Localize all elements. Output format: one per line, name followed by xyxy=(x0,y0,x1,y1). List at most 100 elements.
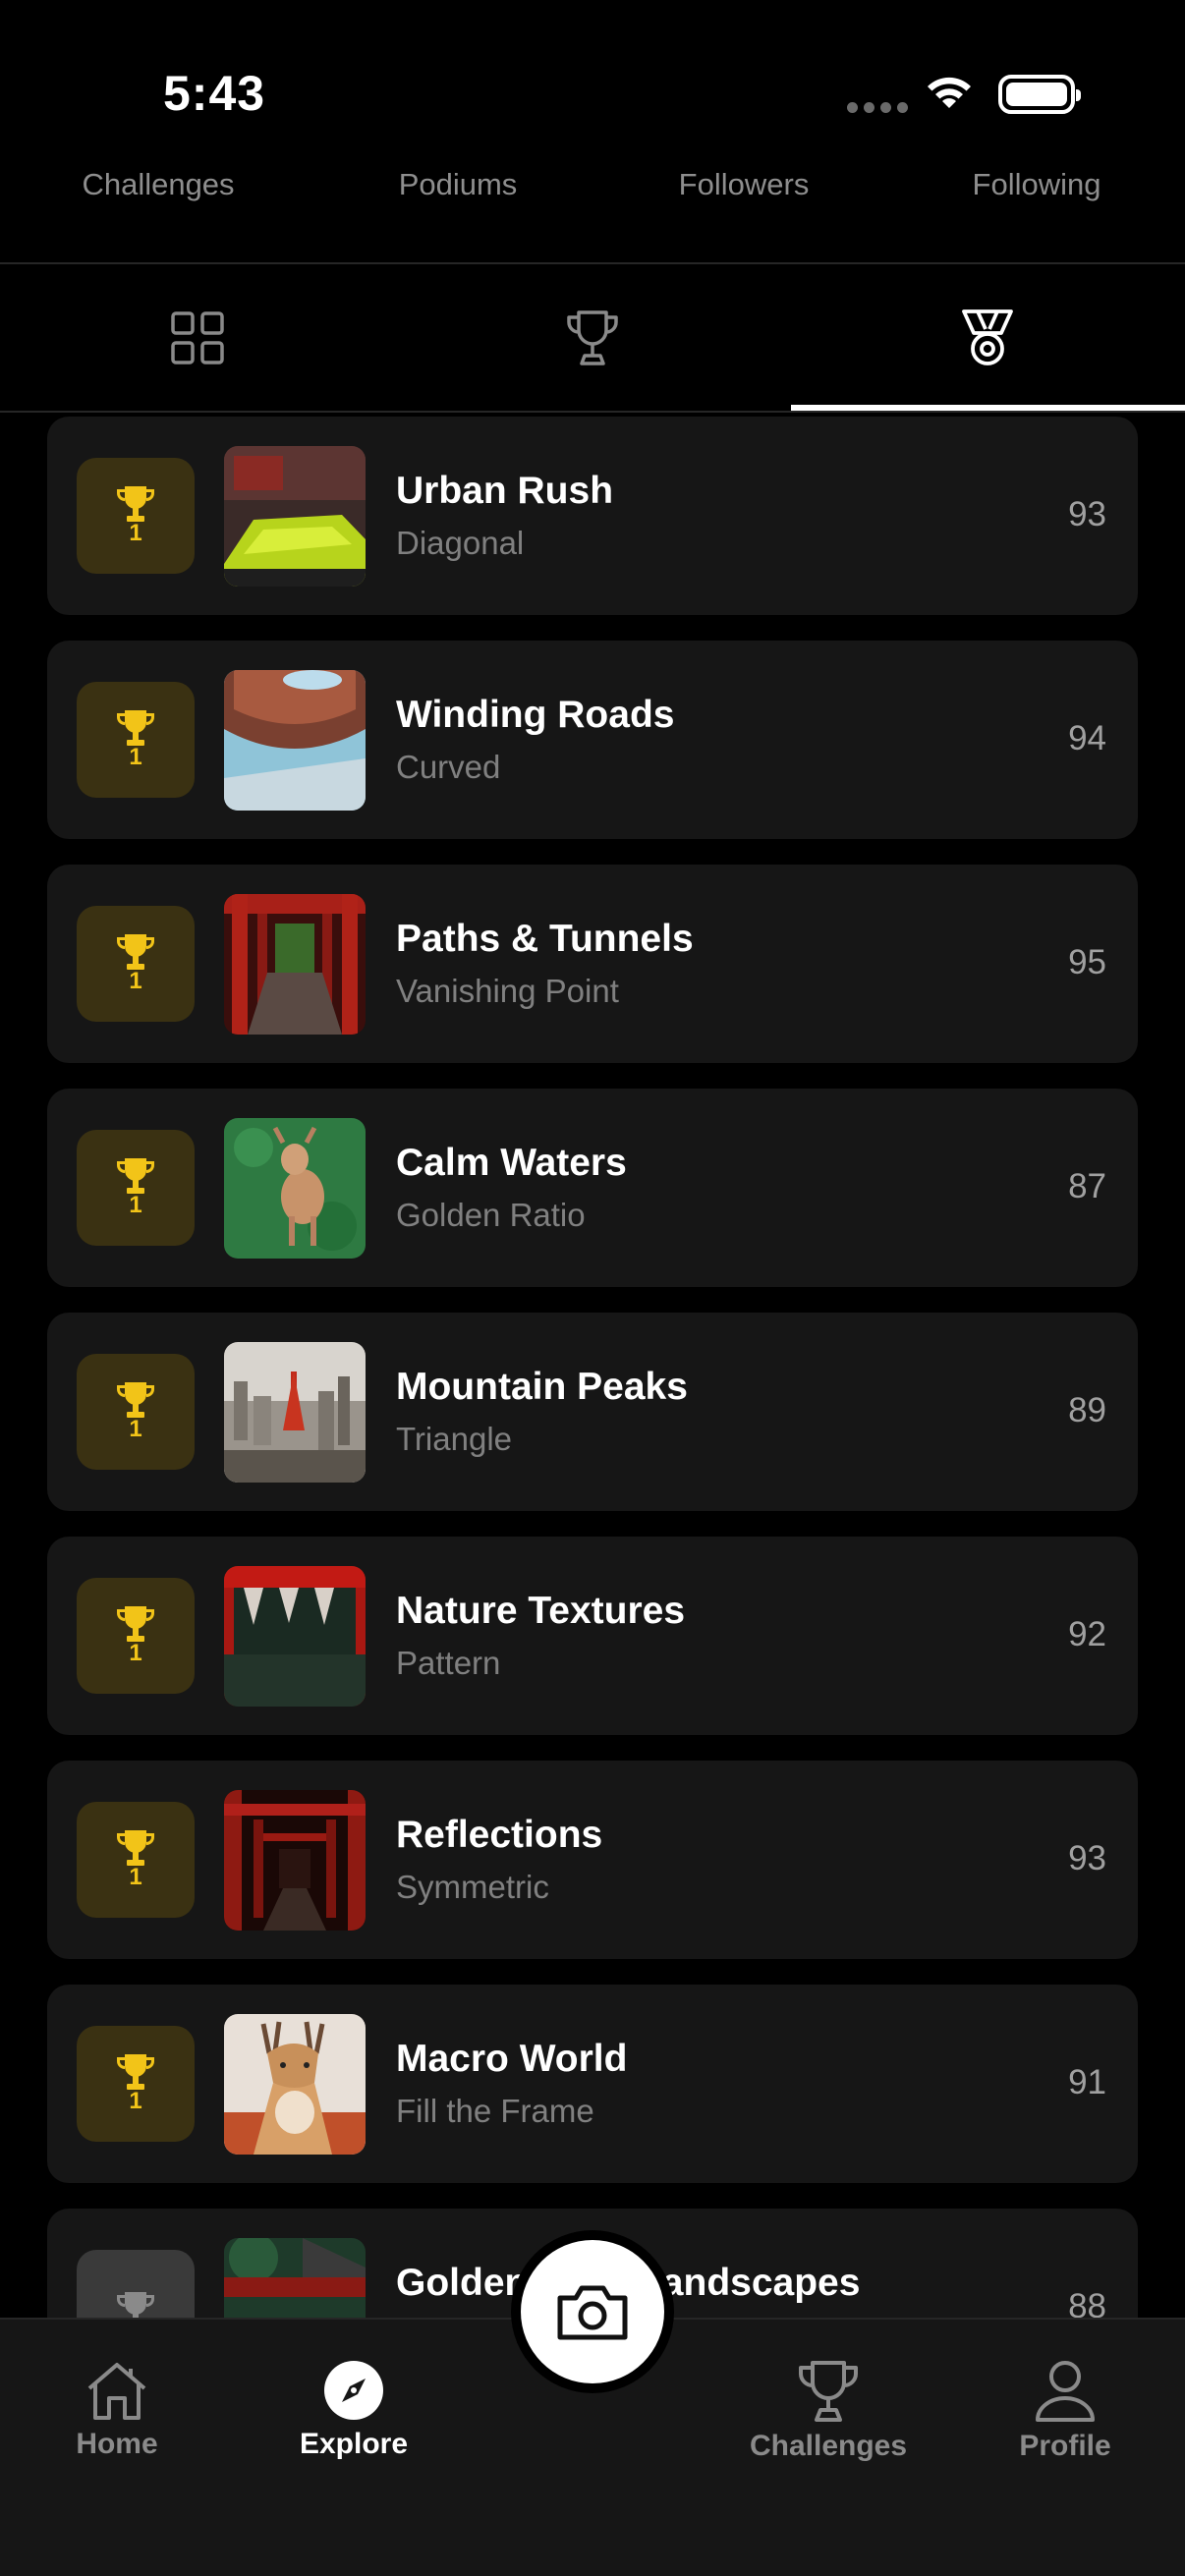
trophy-icon xyxy=(117,2292,154,2318)
camera-button[interactable] xyxy=(521,2240,664,2383)
nav-home-label: Home xyxy=(76,2428,158,2460)
trophy-icon xyxy=(117,486,154,522)
nav-challenges[interactable]: Challenges xyxy=(730,2359,927,2463)
stat-following[interactable]: Following xyxy=(973,167,1101,202)
score: 94 xyxy=(1068,719,1106,757)
challenge-subtitle: Triangle xyxy=(396,1421,512,1457)
challenge-title: Winding Roads xyxy=(396,694,675,736)
tab-trophies[interactable] xyxy=(395,264,790,412)
score: 93 xyxy=(1068,495,1106,533)
list-item[interactable]: 1 Urban Rush Diagonal 93 xyxy=(47,417,1138,615)
rank-number: 1 xyxy=(129,1640,142,1666)
trophy-outline-icon xyxy=(799,2361,858,2422)
profile-stats-row: Challenges Podiums Followers Following xyxy=(0,167,1185,226)
rank-badge: 1 xyxy=(77,2026,195,2142)
challenge-thumbnail xyxy=(224,670,366,811)
content-tabs xyxy=(0,264,1185,412)
challenge-subtitle: Vanishing Point xyxy=(396,973,619,1009)
rank-number: 1 xyxy=(129,1864,142,1890)
trophy-icon xyxy=(117,2054,154,2090)
challenge-thumbnail xyxy=(224,446,366,587)
wifi-icon xyxy=(928,77,971,108)
rank-badge: 1 xyxy=(77,1802,195,1918)
rank-number: 1 xyxy=(129,520,142,546)
trophy-outline-icon xyxy=(567,310,618,365)
rank-badge: 1 xyxy=(77,1578,195,1694)
rank-badge: 1 xyxy=(77,458,195,574)
rank-badge: 1 xyxy=(77,682,195,798)
battery-icon xyxy=(998,75,1081,114)
challenge-subtitle: Curved xyxy=(396,749,501,785)
cellular-signal-icon xyxy=(847,102,908,113)
challenge-title: Mountain Peaks xyxy=(396,1366,688,1408)
stat-challenges[interactable]: Challenges xyxy=(82,167,234,202)
challenge-subtitle: Diagonal xyxy=(396,525,525,561)
challenge-subtitle: Symmetric xyxy=(396,1869,549,1905)
challenge-thumbnail xyxy=(224,1118,366,1259)
challenge-subtitle: Pattern xyxy=(396,1645,501,1681)
divider xyxy=(0,411,1185,413)
list-item[interactable]: 1 Paths & Tunnels Vanishing Point 95 xyxy=(47,865,1138,1063)
trophy-icon xyxy=(117,1830,154,1866)
challenge-title: Nature Textures xyxy=(396,1590,686,1632)
rank-badge: 1 xyxy=(77,906,195,1022)
home-icon xyxy=(87,2363,146,2420)
score: 93 xyxy=(1068,1839,1106,1877)
nav-home[interactable]: Home xyxy=(19,2359,215,2461)
score: 89 xyxy=(1068,1391,1106,1429)
challenge-title: Reflections xyxy=(396,1814,603,1856)
trophy-icon xyxy=(117,710,154,746)
grid-icon xyxy=(171,311,224,364)
challenge-title: Calm Waters xyxy=(396,1142,627,1184)
stat-podiums[interactable]: Podiums xyxy=(399,167,518,202)
score: 92 xyxy=(1068,1615,1106,1653)
list-item[interactable]: 1 Calm Waters Golden Ratio 87 xyxy=(47,1089,1138,1287)
score: 88 xyxy=(1068,2287,1106,2318)
rank-number: 1 xyxy=(129,1192,142,1218)
challenge-thumbnail xyxy=(224,894,366,1035)
trophy-icon xyxy=(117,1158,154,1194)
rank-number: 1 xyxy=(129,744,142,770)
nav-explore[interactable]: Explore xyxy=(255,2359,452,2461)
compass-icon xyxy=(324,2361,383,2420)
list-item[interactable]: 1 Nature Textures Pattern 92 xyxy=(47,1537,1138,1735)
rank-number: 1 xyxy=(129,1416,142,1442)
nav-profile[interactable]: Profile xyxy=(967,2359,1163,2463)
tab-grid[interactable] xyxy=(0,264,395,412)
challenge-thumbnail xyxy=(224,2014,366,2155)
nav-challenges-label: Challenges xyxy=(749,2430,908,2462)
stat-followers[interactable]: Followers xyxy=(679,167,810,202)
challenge-subtitle: Fill the Frame xyxy=(396,2093,594,2129)
rank-number: 1 xyxy=(129,968,142,994)
person-icon xyxy=(1036,2361,1095,2422)
challenge-thumbnail xyxy=(224,1342,366,1483)
rank-number: 1 xyxy=(129,2088,142,2114)
score: 91 xyxy=(1068,2063,1106,2101)
tab-medals[interactable] xyxy=(790,264,1185,412)
nav-explore-label: Explore xyxy=(299,2428,409,2460)
rank-badge: 1 xyxy=(77,1130,195,1246)
challenge-title: Macro World xyxy=(396,2038,628,2080)
trophy-icon xyxy=(117,1606,154,1642)
nav-profile-label: Profile xyxy=(1019,2430,1111,2462)
list-item[interactable]: 1 Macro World Fill the Frame 91 xyxy=(47,1985,1138,2183)
rank-badge xyxy=(77,2250,195,2318)
challenge-thumbnail xyxy=(224,2238,366,2318)
list-item[interactable]: 1 Mountain Peaks Triangle 89 xyxy=(47,1313,1138,1511)
list-item[interactable]: 1 Winding Roads Curved 94 xyxy=(47,641,1138,839)
challenge-title: Paths & Tunnels xyxy=(396,918,694,960)
trophy-icon xyxy=(117,934,154,970)
score: 87 xyxy=(1068,1167,1106,1205)
podium-list: 1 Urban Rush Diagonal 93 1 Winding Roads… xyxy=(47,417,1138,2318)
status-time: 5:43 xyxy=(163,66,266,121)
rank-badge: 1 xyxy=(77,1354,195,1470)
challenge-thumbnail xyxy=(224,1566,366,1707)
medal-icon xyxy=(962,309,1013,365)
challenge-subtitle: Golden Ratio xyxy=(396,1197,586,1233)
challenge-thumbnail xyxy=(224,1790,366,1931)
status-bar: 5:43 xyxy=(0,0,1185,147)
score: 95 xyxy=(1068,943,1106,981)
challenge-title: Urban Rush xyxy=(396,470,614,512)
list-item[interactable]: 1 Reflections Symmetric 93 xyxy=(47,1761,1138,1959)
camera-icon xyxy=(557,2285,628,2340)
